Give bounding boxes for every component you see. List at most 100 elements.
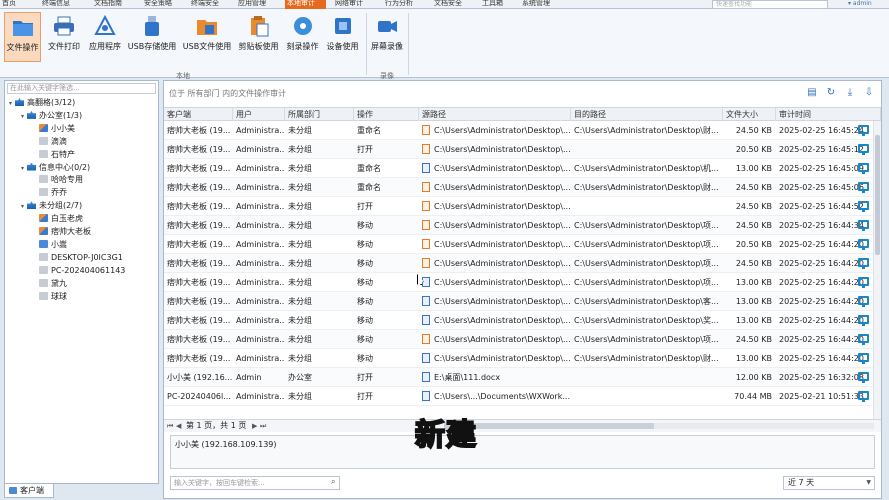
- table-row[interactable]: 痞帅大老板 (19... Administra... 未分组 打开 C:\Users\A…: [164, 140, 873, 159]
- ribbon-screen-record-button[interactable]: 屏幕录像: [368, 12, 406, 62]
- ribbon-usb-storage-button[interactable]: USB存储使用: [127, 12, 177, 62]
- ribbon-clipboard-button[interactable]: 剪贴板使用: [237, 12, 280, 62]
- monitor-icon[interactable]: [858, 315, 869, 326]
- tree-node[interactable]: 小小美: [5, 123, 75, 135]
- monitor-icon[interactable]: [858, 372, 869, 383]
- column-header[interactable]: 审计时间: [776, 108, 881, 121]
- monitor-icon[interactable]: [858, 296, 869, 307]
- tree-node[interactable]: 哈哈专用: [5, 174, 83, 186]
- last-page-icon[interactable]: ⏭: [260, 420, 266, 432]
- table-row[interactable]: 痞帅大老板 (19... Administra... 未分组 移动 C:\Users\A…: [164, 330, 873, 349]
- next-page-icon[interactable]: ▶: [252, 420, 257, 432]
- ribbon-separator: [366, 13, 367, 75]
- menu-tab[interactable]: 文档安全: [432, 0, 472, 9]
- table-row[interactable]: 痞帅大老板 (19... Administra... 未分组 打开 C:\Users\A…: [164, 197, 873, 216]
- horizontal-scrollbar[interactable]: [444, 423, 874, 429]
- tab-clients[interactable]: 客户端: [4, 484, 54, 498]
- expand-toggle-icon[interactable]: ▾: [21, 163, 27, 175]
- refresh-icon[interactable]: ↻: [825, 87, 837, 99]
- ribbon-app-button[interactable]: 应用程序: [86, 12, 124, 62]
- table-row[interactable]: 痞帅大老板 (19... Administra... 未分组 重命名 C:\Users\…: [164, 159, 873, 178]
- menu-tab[interactable]: 文档指南: [92, 0, 132, 9]
- ribbon-usb-file-button[interactable]: USB文件使用: [181, 12, 233, 62]
- menu-tab[interactable]: 本地审计: [285, 0, 326, 9]
- monitor-icon[interactable]: [858, 201, 869, 212]
- tree-node[interactable]: 白玉老虎: [5, 213, 83, 225]
- table-row[interactable]: 痞帅大老板 (19... Administra... 未分组 移动 C:\Users\A…: [164, 349, 873, 368]
- cell-text: C:\Users\Administrator\Desktop\...: [434, 297, 571, 306]
- menu-tab[interactable]: 终端信息: [40, 0, 80, 9]
- column-header[interactable]: 操作: [354, 108, 419, 121]
- table-row[interactable]: 痞帅大老板 (19... Administra... 未分组 移动 C:\Users\A…: [164, 273, 873, 292]
- menu-tab[interactable]: 工具箱: [480, 0, 510, 9]
- table-row[interactable]: 痞帅大老板 (19... Administra... 未分组 移动 C:\Users\A…: [164, 235, 873, 254]
- prev-page-icon[interactable]: ◀: [176, 420, 181, 432]
- menu-tab[interactable]: 终端安全: [189, 0, 229, 9]
- tree-filter-input[interactable]: 在此输入关键字筛选...: [7, 83, 156, 94]
- expand-toggle-icon[interactable]: ▾: [21, 111, 27, 123]
- tree-node[interactable]: 滴滴: [5, 136, 67, 148]
- ribbon-file-print-button[interactable]: 文件打印: [46, 12, 82, 62]
- tree-node[interactable]: 黛九: [5, 278, 67, 290]
- tree-node[interactable]: ▾ 高翻格(3/12): [5, 97, 75, 109]
- keyword-search-input[interactable]: 输入关键字，按回车键检索...: [170, 476, 340, 490]
- vertical-scrollbar[interactable]: [873, 121, 881, 419]
- monitor-icon[interactable]: [858, 182, 869, 193]
- tree-node[interactable]: 乔乔: [5, 187, 67, 199]
- columns-icon[interactable]: ▤: [806, 87, 818, 99]
- tree-node[interactable]: ▾ 办公室(1/3): [5, 110, 82, 122]
- table-row[interactable]: 痞帅大老板 (19... Administra... 未分组 移动 C:\Users\A…: [164, 292, 873, 311]
- menu-tab[interactable]: 网络审计: [333, 0, 373, 9]
- download-icon[interactable]: ⇩: [863, 87, 875, 99]
- monitor-icon[interactable]: [858, 239, 869, 250]
- monitor-icon[interactable]: [858, 144, 869, 155]
- monitor-icon[interactable]: [858, 163, 869, 174]
- column-header[interactable]: 用户: [233, 108, 285, 121]
- monitor-icon[interactable]: [858, 277, 869, 288]
- table-row[interactable]: 痞帅大老板 (19... Administra... 未分组 重命名 C:\Users\…: [164, 121, 873, 140]
- column-header[interactable]: 客户端: [164, 108, 233, 121]
- menu-tab[interactable]: 首页: [0, 0, 28, 9]
- tree-node[interactable]: 石特产: [5, 149, 75, 161]
- menu-tab[interactable]: 系统管理: [520, 0, 560, 9]
- table-row[interactable]: 痞帅大老板 (19... Administra... 未分组 重命名 C:\Users\…: [164, 178, 873, 197]
- search-icon[interactable]: ⌕: [331, 477, 335, 487]
- monitor-icon[interactable]: [858, 258, 869, 269]
- expand-toggle-icon[interactable]: ▾: [21, 201, 27, 213]
- ribbon-device-button[interactable]: 设备使用: [324, 12, 361, 62]
- monitor-icon[interactable]: [858, 220, 869, 231]
- monitor-icon[interactable]: [858, 353, 869, 364]
- table-row[interactable]: 痞帅大老板 (19... Administra... 未分组 移动 C:\Users\A…: [164, 216, 873, 235]
- menu-tab[interactable]: 应用管理: [236, 0, 276, 9]
- expand-toggle-icon[interactable]: ▾: [9, 98, 15, 110]
- monitor-icon[interactable]: [858, 334, 869, 345]
- table-row[interactable]: 小小美 (192.16... Admin 办公室 打开 E:\桌面\111.docx 12…: [164, 368, 873, 387]
- tree-node[interactable]: DESKTOP-J0IC3G1: [5, 252, 123, 264]
- column-header[interactable]: 源路径: [419, 108, 571, 121]
- monitor-icon[interactable]: [858, 125, 869, 136]
- tree-node[interactable]: 球球: [5, 291, 67, 303]
- user-menu[interactable]: ▾ admin: [848, 0, 889, 9]
- ribbon-burn-button[interactable]: 刻录操作: [284, 12, 321, 62]
- column-header[interactable]: 所属部门: [285, 108, 354, 121]
- export-icon[interactable]: ⤓: [844, 87, 856, 99]
- tree-node[interactable]: PC-20240406114​3: [5, 265, 125, 277]
- tree-node[interactable]: 痞帅大老板: [5, 226, 91, 238]
- table-row[interactable]: PC-20240406l... Administra... 未分组 打开 C:\User…: [164, 387, 873, 406]
- tree-node[interactable]: ▾ 未分组(2/7): [5, 200, 82, 212]
- column-header[interactable]: 文件大小: [723, 108, 776, 121]
- menu-tab[interactable]: 行为分析: [383, 0, 423, 9]
- menu-tab[interactable]: 安全策略: [142, 0, 184, 9]
- tree-node-label: 滴滴: [51, 136, 67, 146]
- tree-node[interactable]: ▾ 信息中心(0/2): [5, 162, 90, 174]
- scroll-thumb[interactable]: [875, 135, 880, 255]
- first-page-icon[interactable]: ⏮: [167, 420, 173, 432]
- date-range-select[interactable]: 近 7 天 ▼: [783, 476, 875, 490]
- feature-search-input[interactable]: 快速查找功能: [712, 0, 828, 9]
- monitor-icon[interactable]: [858, 391, 869, 402]
- table-row[interactable]: 痞帅大老板 (19... Administra... 未分组 移动 C:\Users\A…: [164, 254, 873, 273]
- ribbon-file-ops-button[interactable]: 文件操作: [4, 12, 41, 62]
- table-row[interactable]: 痞帅大老板 (19... Administra... 未分组 移动 C:\Users\A…: [164, 311, 873, 330]
- tree-node[interactable]: 小嵩: [5, 239, 67, 251]
- column-header[interactable]: 目的路径: [571, 108, 723, 121]
